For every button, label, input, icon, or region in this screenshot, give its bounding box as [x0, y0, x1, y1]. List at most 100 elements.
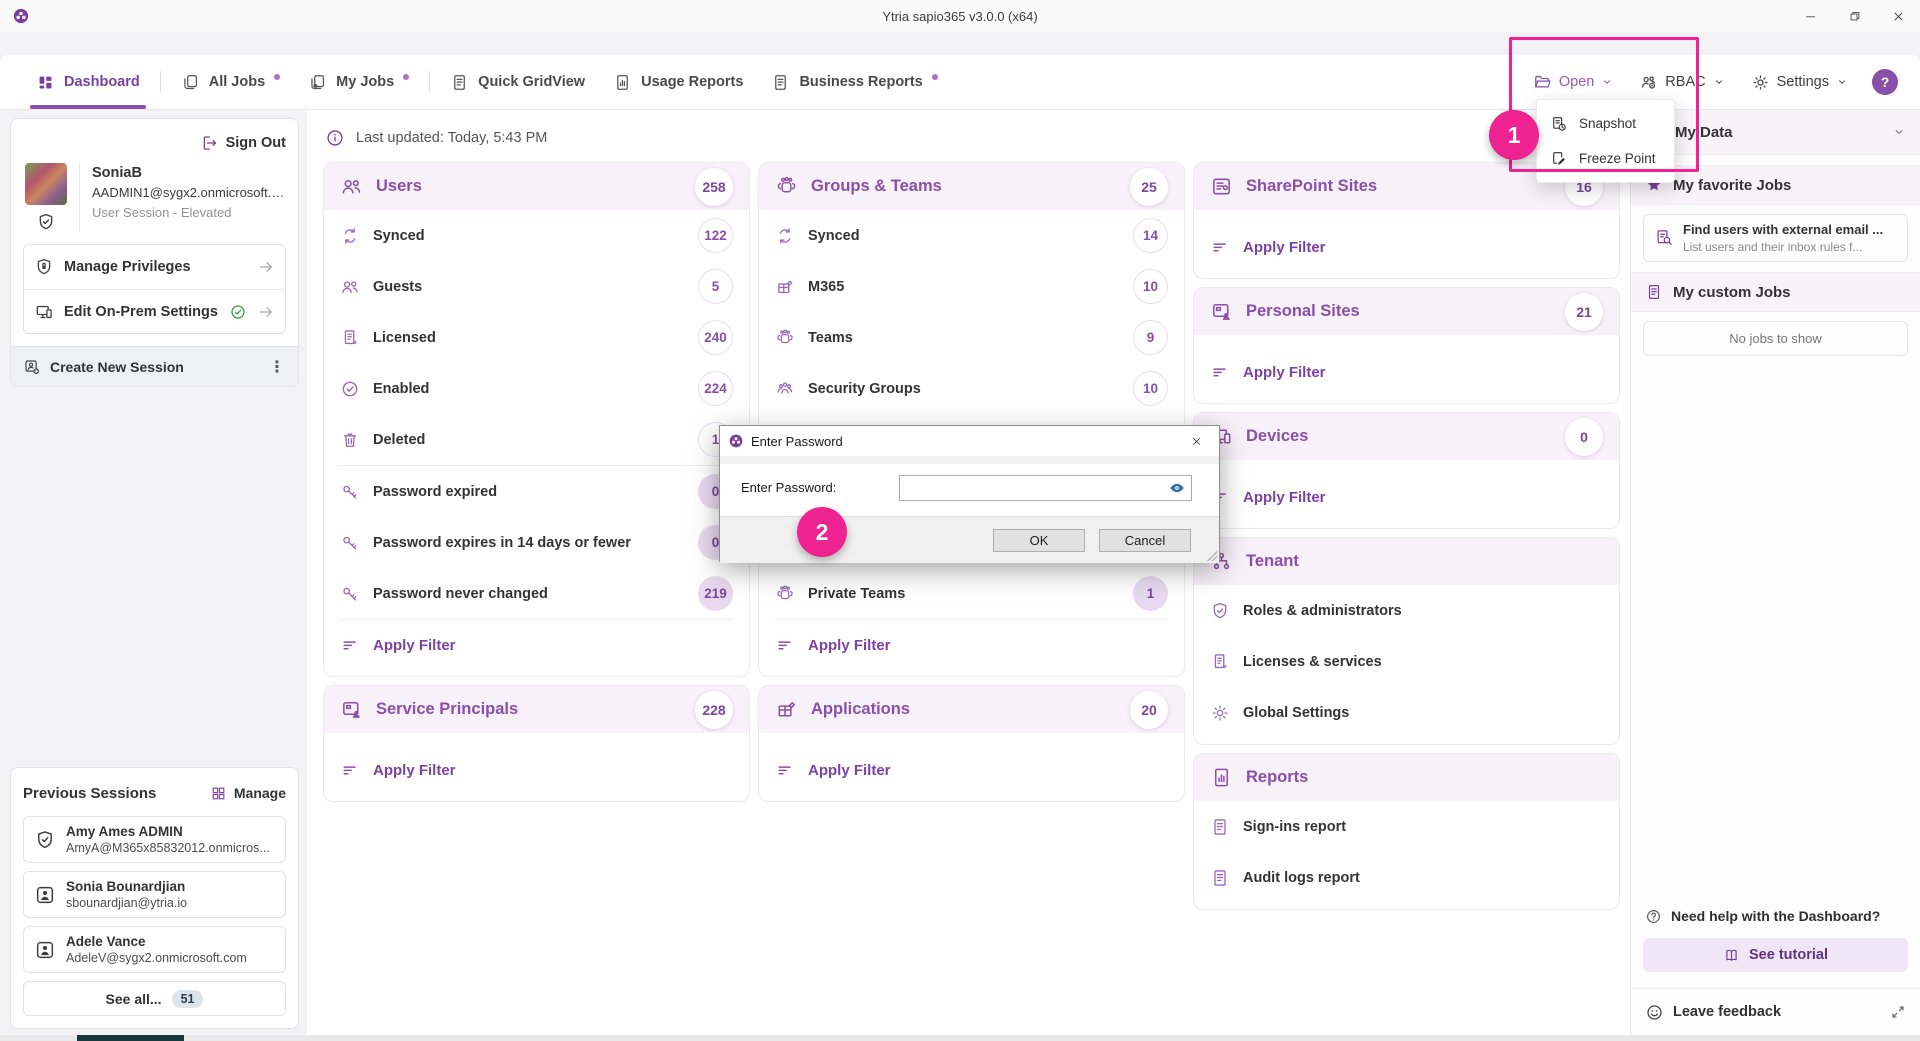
sharepoint-apply-filter[interactable]: Apply Filter	[1194, 222, 1619, 272]
eye-icon[interactable]	[1168, 479, 1186, 497]
manage-privileges-label: Manage Privileges	[64, 259, 247, 275]
sync-icon	[775, 226, 795, 246]
favorite-job-title: Find users with external email ...	[1683, 222, 1883, 237]
devices-apply-filter[interactable]: Apply Filter	[1194, 472, 1619, 522]
stat-label: Deleted	[373, 432, 685, 448]
stat-row-password-expired[interactable]: Password expired 0	[324, 466, 749, 517]
stat-row-licensed[interactable]: Licensed 240	[324, 312, 749, 363]
tenant-global-settings[interactable]: Global Settings	[1194, 687, 1619, 738]
help-button[interactable]: ?	[1872, 69, 1898, 95]
session-list-item[interactable]: Amy Ames ADMIN AmyA@M365x85832012.onmicr…	[23, 816, 286, 863]
stat-row-deleted[interactable]: Deleted 1	[324, 414, 749, 465]
settings-button[interactable]: Settings	[1743, 73, 1856, 92]
see-tutorial-button[interactable]: See tutorial	[1643, 938, 1908, 972]
stat-label: Licensed	[373, 330, 685, 346]
left-sidebar: Sign Out SoniaB AADMIN1@sygx2.onmicrosof…	[0, 110, 307, 1035]
edit-onprem-button[interactable]: Edit On-Prem Settings	[24, 289, 285, 333]
groups-teams-header[interactable]: Groups & Teams 25	[759, 163, 1184, 210]
stat-row-synced[interactable]: Synced 122	[324, 210, 749, 261]
create-session-label: Create New Session	[50, 359, 260, 375]
tenant-roles-admins[interactable]: Roles & administrators	[1194, 585, 1619, 636]
users-card-header[interactable]: Users 258	[324, 163, 749, 210]
stat-row-guests[interactable]: Guests 5	[324, 261, 749, 312]
applications-apply-filter[interactable]: Apply Filter	[759, 745, 1184, 795]
leave-feedback-label: Leave feedback	[1673, 1004, 1881, 1020]
ok-button[interactable]: OK	[993, 529, 1085, 552]
manage-label: Manage	[234, 785, 286, 801]
apply-filter-label: Apply Filter	[1243, 489, 1326, 506]
session-list-item[interactable]: Sonia Bounardjian sbounardjian@ytria.io	[23, 871, 286, 918]
report-row-label: Audit logs report	[1243, 870, 1603, 886]
stat-row-password-expires-soon[interactable]: Password expires in 14 days or fewer 0	[324, 517, 749, 568]
teams-icon	[775, 328, 795, 348]
session-list-item[interactable]: Adele Vance AdeleV@sygx2.onmicrosoft.com	[23, 926, 286, 973]
my-jobs-icon	[308, 73, 327, 92]
key-icon	[340, 533, 360, 553]
tab-all-jobs[interactable]: All Jobs	[167, 55, 294, 109]
personal-sites-header[interactable]: Personal Sites 21	[1194, 288, 1619, 335]
tenant-header[interactable]: Tenant	[1194, 538, 1619, 585]
devices-header[interactable]: Devices 0	[1194, 413, 1619, 460]
groups-apply-filter[interactable]: Apply Filter	[759, 620, 1184, 670]
password-input[interactable]	[899, 475, 1192, 501]
dashboard-icon	[36, 73, 55, 92]
reports-header[interactable]: Reports	[1194, 754, 1619, 801]
stat-row-synced[interactable]: Synced 14	[759, 210, 1184, 261]
close-button[interactable]	[1888, 6, 1908, 26]
stat-row-m365[interactable]: M365 10	[759, 261, 1184, 312]
signins-report-row[interactable]: Sign-ins report	[1194, 801, 1619, 852]
audit-logs-report-row[interactable]: Audit logs report	[1194, 852, 1619, 903]
tenant-licenses-services[interactable]: Licenses & services	[1194, 636, 1619, 687]
teams-icon	[775, 584, 795, 604]
edit-onprem-label: Edit On-Prem Settings	[64, 304, 219, 320]
stat-row-password-never-changed[interactable]: Password never changed 219	[324, 568, 749, 619]
dialog-title-bar[interactable]: Enter Password	[720, 426, 1219, 456]
maximize-button[interactable]	[1844, 6, 1864, 26]
kebab-menu-icon[interactable]: ⋮	[269, 357, 286, 377]
applications-header[interactable]: Applications 20	[759, 686, 1184, 733]
password-label: Enter Password:	[741, 480, 836, 495]
expand-icon[interactable]	[1890, 1004, 1906, 1020]
person-add-icon	[23, 358, 41, 376]
dialog-close-button[interactable]	[1181, 429, 1211, 453]
tab-dashboard[interactable]: Dashboard	[22, 55, 154, 109]
custom-jobs-label: My custom Jobs	[1673, 284, 1906, 301]
tab-label: Quick GridView	[478, 74, 585, 90]
tab-business-reports[interactable]: Business Reports	[757, 55, 951, 109]
session-card: Sign Out SoniaB AADMIN1@sygx2.onmicrosof…	[10, 118, 299, 387]
stat-label: Password expires in 14 days or fewer	[373, 535, 685, 551]
filter-icon	[775, 760, 795, 780]
favorite-job-item[interactable]: Find users with external email ... List …	[1643, 214, 1908, 262]
card-count-badge: 258	[695, 168, 733, 206]
stat-row-private-teams[interactable]: Private Teams 1	[759, 568, 1184, 619]
card-count-badge: 0	[1565, 418, 1603, 456]
see-all-button[interactable]: See all... 51	[23, 981, 286, 1016]
reports-icon	[1210, 766, 1233, 789]
service-principals-header[interactable]: Service Principals 228	[324, 686, 749, 733]
stat-label: Security Groups	[808, 381, 1120, 397]
tab-quick-gridview[interactable]: Quick GridView	[436, 55, 599, 109]
stat-row-security-groups[interactable]: Security Groups 10	[759, 363, 1184, 414]
resize-grip[interactable]	[1207, 551, 1217, 561]
stat-row-enabled[interactable]: Enabled 224	[324, 363, 749, 414]
stat-label: Teams	[808, 330, 1120, 346]
manage-sessions-button[interactable]: Manage	[210, 785, 286, 802]
gear-icon	[1751, 73, 1770, 92]
stat-badge: 10	[1133, 269, 1168, 304]
personal-sites-apply-filter[interactable]: Apply Filter	[1194, 347, 1619, 397]
tab-usage-reports[interactable]: Usage Reports	[599, 55, 757, 109]
session-name: Amy Ames ADMIN	[66, 824, 275, 839]
minimize-button[interactable]	[1800, 6, 1820, 26]
users-apply-filter[interactable]: Apply Filter	[324, 620, 749, 670]
cancel-button[interactable]: Cancel	[1099, 529, 1191, 552]
manage-privileges-button[interactable]: Manage Privileges	[24, 245, 285, 289]
create-new-session-button[interactable]: Create New Session ⋮	[11, 346, 298, 386]
service-principals-apply-filter[interactable]: Apply Filter	[324, 745, 749, 795]
leave-feedback-button[interactable]: Leave feedback	[1631, 989, 1920, 1035]
annotation-step-1: 1	[1489, 110, 1539, 160]
nav-separator	[429, 71, 430, 93]
tab-my-jobs[interactable]: My Jobs	[294, 55, 423, 109]
notification-dot	[274, 74, 280, 80]
stat-row-teams[interactable]: Teams 9	[759, 312, 1184, 363]
sign-out-button[interactable]: Sign Out	[23, 131, 286, 155]
